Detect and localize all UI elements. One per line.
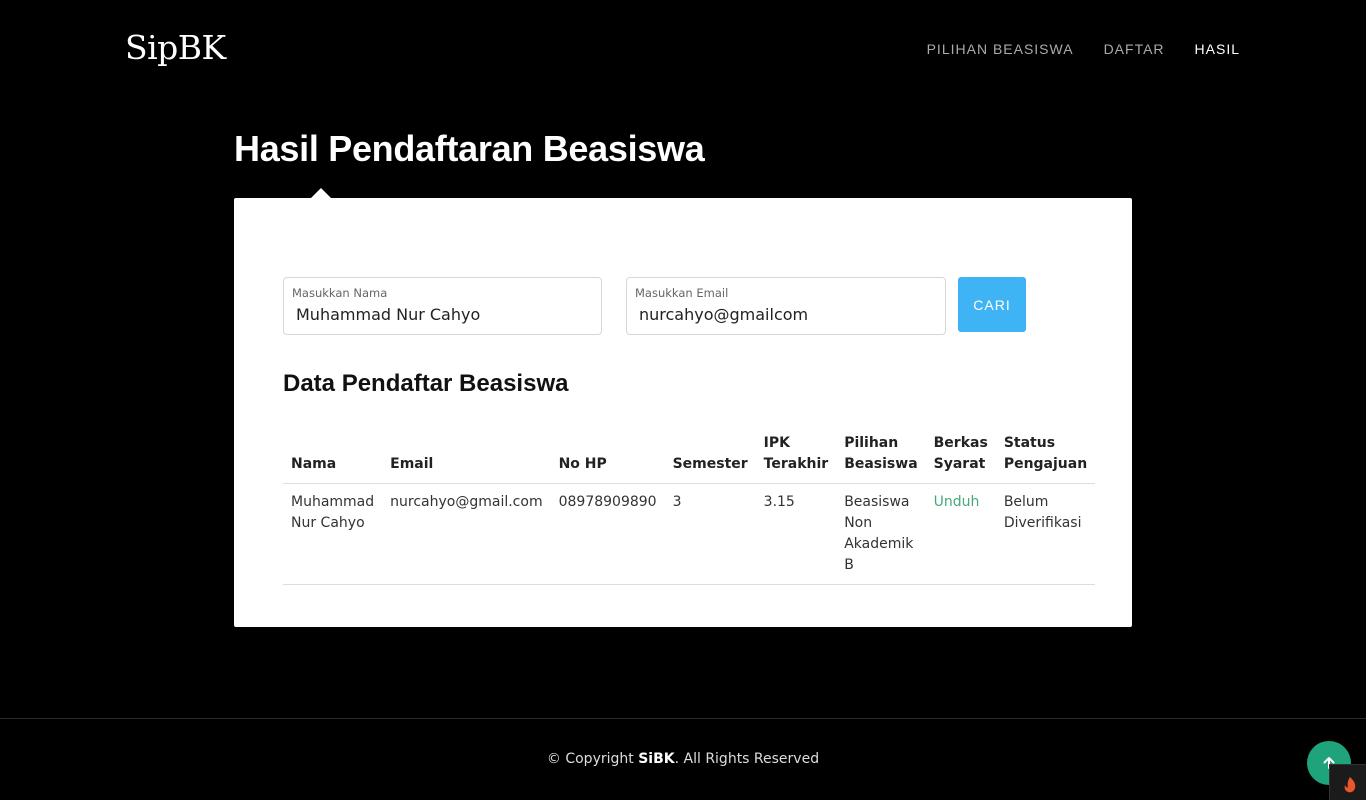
- email-field[interactable]: Masukkan Email: [626, 277, 946, 335]
- copyright-prefix: © Copyright: [546, 751, 634, 767]
- results-title: Data Pendaftar Beasiswa: [283, 370, 569, 397]
- main-nav: PILIHAN BEASISWA DAFTAR HASIL: [927, 41, 1240, 57]
- email-field-label: Masukkan Email: [635, 286, 729, 300]
- cell-status: Belum Diverifikasi: [995, 483, 1096, 585]
- nav-pilihan-beasiswa[interactable]: PILIHAN BEASISWA: [927, 41, 1074, 57]
- copyright-brand: SiBK: [638, 751, 675, 767]
- cell-no-hp: 08978909890: [550, 483, 665, 585]
- results-card: Masukkan Nama Masukkan Email CARI Data P…: [234, 188, 1132, 627]
- copyright-suffix: . All Rights Reserved: [674, 751, 820, 767]
- results-table: Nama Email No HP Semester IPK Terakhir P…: [283, 427, 1096, 585]
- cell-ipk: 3.15: [755, 483, 837, 585]
- copyright: © Copyright SiBK. All Rights Reserved: [0, 751, 1366, 767]
- footer-divider: [0, 718, 1366, 719]
- col-nama: Nama: [283, 427, 383, 484]
- flame-icon: [1329, 764, 1366, 800]
- nav-daftar[interactable]: DAFTAR: [1104, 41, 1165, 57]
- col-status: Status Pengajuan: [995, 427, 1096, 484]
- cell-pilihan: Beasiswa Non Akademik B: [836, 483, 926, 585]
- page-title: Hasil Pendaftaran Beasiswa: [234, 128, 705, 169]
- name-field-label: Masukkan Nama: [292, 286, 388, 300]
- col-semester: Semester: [664, 427, 756, 484]
- nav-hasil[interactable]: HASIL: [1195, 41, 1240, 57]
- col-no-hp: No HP: [550, 427, 665, 484]
- table-header-row: Nama Email No HP Semester IPK Terakhir P…: [283, 427, 1096, 484]
- col-ipk: IPK Terakhir: [755, 427, 837, 484]
- email-input[interactable]: [639, 305, 937, 324]
- cell-berkas: Unduh: [925, 483, 996, 585]
- cell-semester: 3: [664, 483, 756, 585]
- cell-nama: Muhammad Nur Cahyo: [283, 483, 383, 585]
- site-logo[interactable]: SipBK: [125, 28, 226, 67]
- search-button[interactable]: CARI: [958, 277, 1026, 332]
- cell-email: nurcahyo@gmail.com: [382, 483, 551, 585]
- name-input[interactable]: [296, 305, 593, 324]
- col-berkas: Berkas Syarat: [925, 427, 996, 484]
- table-row: Muhammad Nur Cahyo nurcahyo@gmail.com 08…: [283, 483, 1096, 585]
- col-email: Email: [382, 427, 551, 484]
- download-link[interactable]: Unduh: [934, 494, 980, 510]
- name-field[interactable]: Masukkan Nama: [283, 277, 602, 335]
- col-pilihan: Pilihan Beasiswa: [836, 427, 926, 484]
